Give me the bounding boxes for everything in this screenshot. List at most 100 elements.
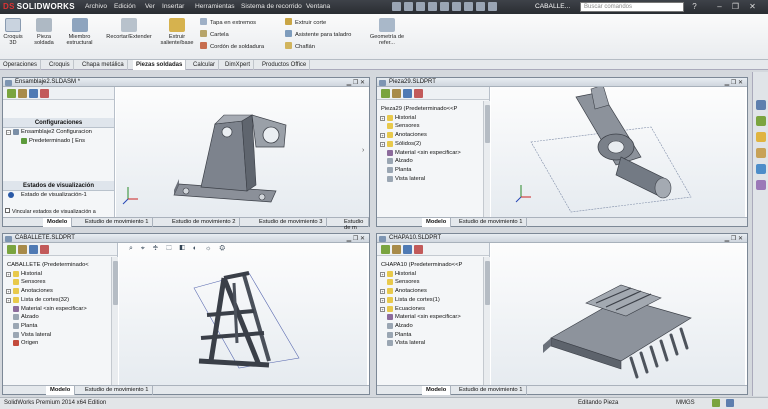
custom-properties-icon[interactable]: [756, 180, 766, 190]
easel-model[interactable]: [119, 243, 367, 385]
resources-icon[interactable]: [756, 100, 766, 110]
tree-item-solidos[interactable]: + Sólidos(2): [377, 140, 489, 149]
tab-productos-office[interactable]: Productos Office: [259, 60, 311, 70]
tab-operaciones[interactable]: Operaciones: [0, 60, 42, 70]
tab-motion-study-3[interactable]: Estudio de movimiento 3: [255, 218, 328, 227]
reference-geometry-button[interactable]: Geometría de refer...: [368, 18, 406, 46]
weld-bead-button[interactable]: Cordón de soldadura: [200, 42, 290, 51]
display-state-item[interactable]: Estado de visualización-1: [3, 191, 114, 200]
hole-wizard-button[interactable]: Asistente para taladro: [285, 30, 375, 39]
tree-item-vista-lateral[interactable]: Vista lateral: [377, 175, 489, 184]
tree-item-vista-lateral[interactable]: Vista lateral: [3, 331, 117, 340]
tab-modelo[interactable]: Modelo: [46, 386, 76, 395]
graphics-area[interactable]: ⌕ ⌖ ✥ ⬚ ◧ ◐ ☼ ⚙: [119, 243, 367, 385]
tab-calcular[interactable]: Calcular: [190, 60, 220, 70]
tab-motion-study-2[interactable]: Estudio de movimiento 2: [168, 218, 241, 227]
configuration-manager-tab-icon[interactable]: [403, 245, 412, 254]
help-status-icon[interactable]: [726, 399, 734, 407]
search-commands-input[interactable]: Buscar comandos: [580, 2, 684, 12]
menu-edicion[interactable]: Edición: [114, 3, 136, 10]
tab-motion-study-1[interactable]: Estudio de movimiento 1: [81, 218, 154, 227]
tree-item-material[interactable]: Material <sin especificar>: [377, 149, 489, 158]
feature-manager-tab-icon[interactable]: [381, 89, 390, 98]
menu-ver[interactable]: Ver: [145, 3, 155, 10]
tree-item[interactable]: − Ensamblaje2 Configuracion: [3, 128, 114, 137]
tree-item-material[interactable]: Material <sin especificar>: [3, 305, 117, 314]
gusset-button[interactable]: Cartela: [200, 30, 290, 39]
tree-root[interactable]: CHAPA10 (Predeterminado<<P: [377, 261, 489, 270]
heads-up-view-toolbar[interactable]: ⌕ ⌖ ✥ ⬚ ◧ ◐ ☼ ⚙: [129, 245, 228, 253]
sheet-metal-model[interactable]: [491, 243, 745, 385]
window-controls[interactable]: ▁ ❐ ✕: [725, 79, 743, 86]
tree-item-planta[interactable]: Planta: [377, 331, 489, 340]
tree-item-anotaciones[interactable]: + Anotaciones: [377, 287, 489, 296]
rebuild-status-icon[interactable]: [712, 399, 720, 407]
print-icon[interactable]: [428, 2, 437, 11]
tree-item-historial[interactable]: + Historial: [377, 270, 489, 279]
tree-scrollbar[interactable]: [483, 257, 490, 385]
minimize-button[interactable]: –: [715, 2, 724, 11]
tree-scrollbar[interactable]: [111, 257, 118, 385]
window-title-bar[interactable]: CHAPA10.SLDPRT ▁ ❐ ✕: [377, 234, 747, 243]
display-manager-tab-icon[interactable]: [40, 89, 49, 98]
units-status[interactable]: MMGS: [676, 400, 695, 406]
sketch-3d-button[interactable]: Croquis 3D: [2, 18, 24, 46]
tab-motion-study-1[interactable]: Estudio de movimiento 1: [455, 386, 528, 395]
window-title-bar[interactable]: Pieza29.SLDPRT ▁ ❐ ✕: [377, 78, 747, 87]
options-icon[interactable]: [488, 2, 497, 11]
end-cap-button[interactable]: Tapa en extremos: [200, 18, 290, 27]
tree-item-planta[interactable]: Planta: [377, 166, 489, 175]
tree-item-anotaciones[interactable]: + Anotaciones: [3, 287, 117, 296]
help-icon[interactable]: ?: [690, 2, 699, 11]
tree-item[interactable]: Predeterminado [ Ens: [3, 137, 114, 146]
tree-item-sensores[interactable]: Sensores: [377, 278, 489, 287]
tree-item-vista-lateral[interactable]: Vista lateral: [377, 339, 489, 348]
tree-item-sensores[interactable]: Sensores: [377, 122, 489, 131]
tab-modelo[interactable]: Modelo: [422, 218, 452, 227]
tree-item-anotaciones[interactable]: + Anotaciones: [377, 131, 489, 140]
view-palette-icon[interactable]: [756, 148, 766, 158]
file-explorer-icon[interactable]: [756, 132, 766, 142]
mechanism-model[interactable]: [491, 84, 745, 217]
display-manager-tab-icon[interactable]: [414, 245, 423, 254]
tree-item-origen[interactable]: Origen: [3, 339, 117, 348]
rebuild-icon[interactable]: [464, 2, 473, 11]
tab-modelo[interactable]: Modelo: [422, 386, 452, 395]
file-properties-icon[interactable]: [476, 2, 485, 11]
feature-manager-tab-icon[interactable]: [7, 89, 16, 98]
restore-button[interactable]: ❐: [731, 2, 740, 11]
window-controls[interactable]: ▁ ❐ ✕: [347, 79, 365, 86]
tree-item-alzado[interactable]: Alzado: [377, 157, 489, 166]
tab-motion-study-1[interactable]: Estudio de movimiento 1: [81, 386, 154, 395]
feature-manager-tab-icon[interactable]: [381, 245, 390, 254]
save-icon[interactable]: [416, 2, 425, 11]
window-title-bar[interactable]: CABALLETE.SLDPRT ▁ ❐ ✕: [3, 234, 369, 243]
link-display-states-checkbox[interactable]: Vincular estados de visualización a: [5, 208, 96, 217]
weldment-button[interactable]: Pieza soldada: [30, 18, 58, 46]
tab-motion-study-1[interactable]: Estudio de movimiento 1: [455, 218, 528, 227]
trim-extend-button[interactable]: Recortar/Extender: [100, 18, 158, 40]
tree-item-ecuaciones[interactable]: + Ecuaciones: [377, 305, 489, 314]
task-pane-arrow-icon[interactable]: ›: [362, 147, 364, 154]
property-manager-tab-icon[interactable]: [18, 245, 27, 254]
tree-item-lista-cortes[interactable]: + Lista de cortes(1): [377, 296, 489, 305]
tab-piezas-soldadas[interactable]: Piezas soldadas: [133, 60, 187, 70]
tree-item-historial[interactable]: + Historial: [3, 270, 117, 279]
tab-motion-study-4[interactable]: Estudio de m: [340, 218, 369, 231]
window-title-bar[interactable]: Ensamblaje2.SLDASM * ▁ ❐ ✕: [3, 78, 369, 87]
menu-sistema-recorrido[interactable]: Sistema de recorrido: [241, 3, 302, 10]
bracket-model[interactable]: [116, 87, 369, 217]
graphics-area[interactable]: [491, 84, 745, 217]
tree-item-alzado[interactable]: Alzado: [3, 313, 117, 322]
menu-insertar[interactable]: Insertar: [162, 3, 184, 10]
configuration-manager-tab-icon[interactable]: [403, 89, 412, 98]
property-manager-tab-icon[interactable]: [18, 89, 27, 98]
feature-manager-tab-icon[interactable]: [7, 245, 16, 254]
design-library-icon[interactable]: [756, 116, 766, 126]
extrude-boss-button[interactable]: Extruir saliente/base: [158, 18, 196, 46]
structural-member-button[interactable]: Miembro estructural: [63, 18, 96, 46]
tree-item-historial[interactable]: + Historial: [377, 114, 489, 123]
window-controls[interactable]: ▁ ❐ ✕: [347, 235, 365, 242]
display-manager-tab-icon[interactable]: [414, 89, 423, 98]
configuration-manager-tab-icon[interactable]: [29, 245, 38, 254]
